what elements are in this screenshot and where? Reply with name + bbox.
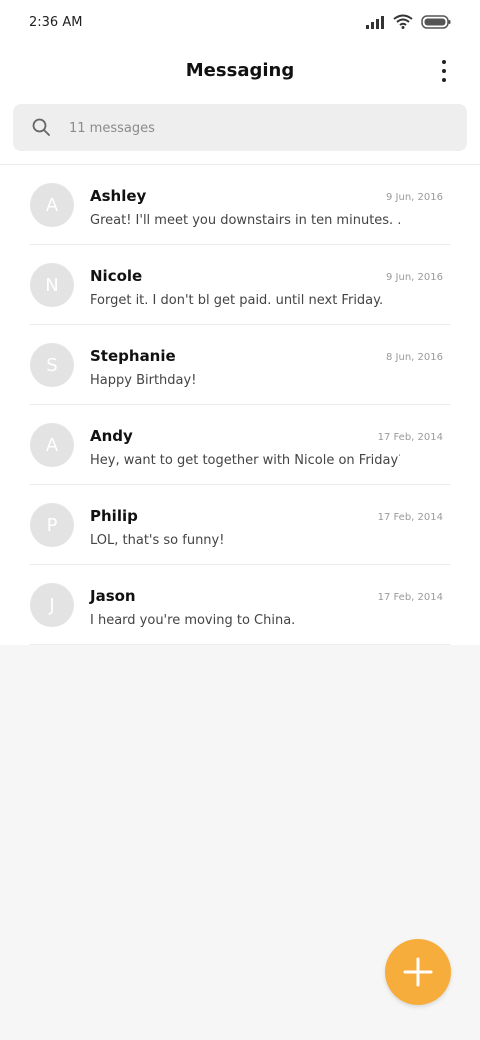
avatar: A	[30, 183, 74, 227]
more-vert-dot	[442, 78, 446, 82]
contact-name: Ashley	[90, 187, 147, 205]
status-bar: 2:36 AM	[0, 0, 480, 46]
message-date: 9 Jun, 2016	[386, 272, 443, 283]
message-preview: Great! I'll meet you downstairs in ten m…	[90, 213, 400, 228]
message-date: 17 Feb, 2014	[377, 512, 443, 523]
message-date: 17 Feb, 2014	[377, 592, 443, 603]
conversation-row[interactable]: S Stephanie 8 Jun, 2016 Happy Birthday!	[0, 325, 480, 405]
contact-name: Stephanie	[90, 347, 176, 365]
avatar: P	[30, 503, 74, 547]
signal-icon	[365, 14, 385, 33]
message-preview: Happy Birthday!	[90, 373, 197, 388]
status-icons	[365, 14, 451, 33]
contact-name: Nicole	[90, 267, 143, 285]
more-options-button[interactable]	[434, 58, 454, 84]
message-preview: Forget it. I don't bl get paid. until ne…	[90, 293, 384, 308]
more-vert-icon	[442, 60, 446, 64]
contact-name: Andy	[90, 427, 133, 445]
conversation-row[interactable]: P Philip 17 Feb, 2014 LOL, that's so fun…	[0, 485, 480, 565]
battery-icon	[421, 14, 451, 33]
plus-icon	[385, 957, 451, 1009]
message-date: 8 Jun, 2016	[386, 352, 443, 363]
search-input[interactable]	[67, 114, 431, 143]
status-time: 2:36 AM	[29, 15, 83, 30]
message-date: 17 Feb, 2014	[377, 432, 443, 443]
search-bar[interactable]	[13, 104, 467, 151]
content-area: 2:36 AM Messaging 11 messages A Ashley 9…	[0, 0, 480, 645]
avatar: N	[30, 263, 74, 307]
conversation-list: A Ashley 9 Jun, 2016 Great! I'll meet yo…	[0, 164, 480, 645]
avatar: S	[30, 343, 74, 387]
conversation-row[interactable]: J Jason 17 Feb, 2014 I heard you're movi…	[0, 565, 480, 645]
conversation-row[interactable]: A Andy 17 Feb, 2014 Hey, want to get tog…	[0, 405, 480, 485]
message-preview: I heard you're moving to China.	[90, 613, 296, 628]
wifi-icon	[393, 14, 413, 33]
message-preview: LOL, that's so funny!	[90, 533, 225, 548]
conversation-row[interactable]: N Nicole 9 Jun, 2016 Forget it. I don't …	[0, 245, 480, 325]
avatar: A	[30, 423, 74, 467]
contact-name: Philip	[90, 507, 138, 525]
contact-name: Jason	[90, 587, 136, 605]
message-preview: Hey, want to get together with Nicole on…	[90, 453, 400, 468]
message-date: 9 Jun, 2016	[386, 192, 443, 203]
search-icon	[32, 118, 50, 140]
more-vert-dot	[442, 69, 446, 73]
page-title: Messaging	[185, 60, 295, 81]
conversation-row[interactable]: A Ashley 9 Jun, 2016 Great! I'll meet yo…	[0, 165, 480, 245]
compose-button[interactable]	[385, 939, 451, 1005]
avatar: J	[30, 583, 74, 627]
